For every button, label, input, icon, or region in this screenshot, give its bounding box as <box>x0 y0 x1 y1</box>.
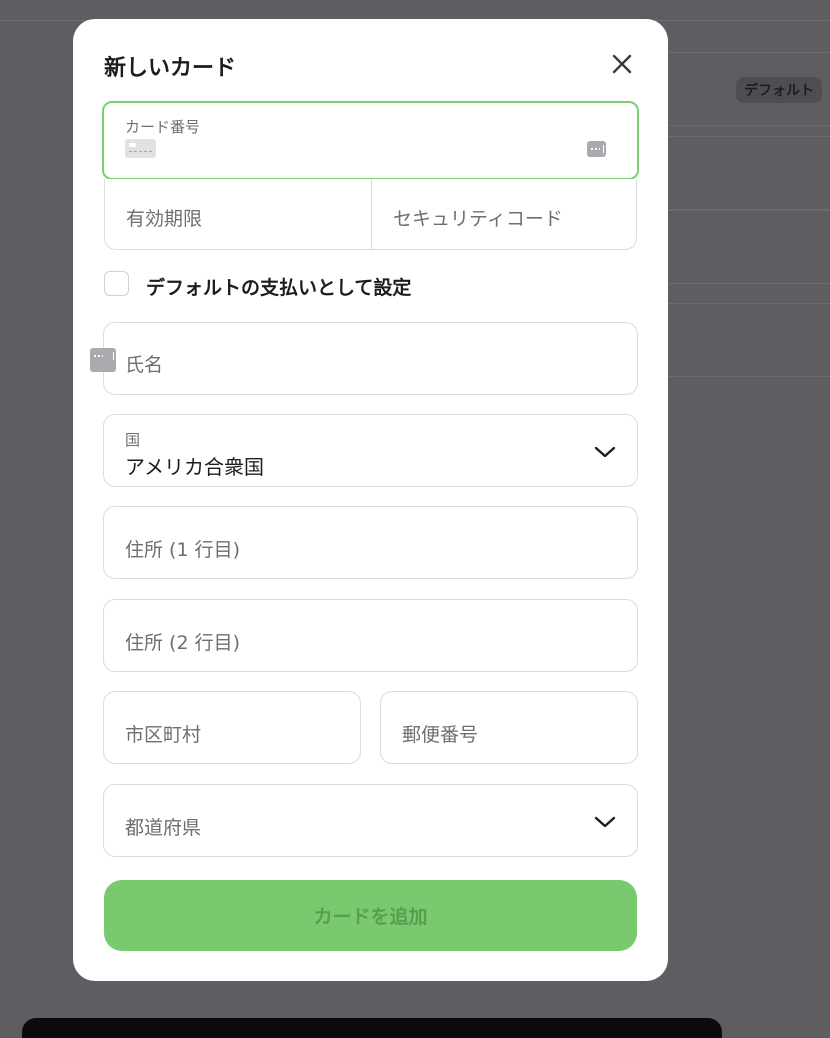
default-payment-label[interactable]: デフォルトの支払いとして設定 <box>146 273 411 300</box>
card-number-label: カード番号 <box>125 118 201 136</box>
prefecture-select[interactable]: 都道府県 <box>103 784 638 857</box>
cvc-placeholder: セキュリティコード <box>393 208 563 230</box>
country-label: 国 <box>125 431 141 449</box>
modal-title: 新しいカード <box>104 56 237 81</box>
close-button[interactable] <box>607 49 637 79</box>
bg-card-row <box>668 303 830 377</box>
name-placeholder: 氏名 <box>125 354 164 376</box>
chevron-down-icon <box>594 816 616 828</box>
postal-code-placeholder: 郵便番号 <box>402 724 479 746</box>
close-icon <box>612 54 632 74</box>
expiry-field[interactable]: 有効期限 <box>105 179 371 249</box>
address-line2-field[interactable]: 住所 (2 行目) <box>103 599 638 672</box>
new-card-modal: 新しいカード カード番号 有効期限 セキュリティコード デフォルトの支払いとして… <box>73 19 668 981</box>
cvc-field[interactable]: セキュリティコード <box>372 179 638 249</box>
country-value: アメリカ合衆国 <box>125 455 264 479</box>
bg-card-row <box>668 210 830 284</box>
prefecture-placeholder: 都道府県 <box>125 817 202 839</box>
address-line2-placeholder: 住所 (2 行目) <box>125 632 240 654</box>
default-payment-checkbox[interactable] <box>104 271 129 296</box>
city-field[interactable]: 市区町村 <box>103 691 361 764</box>
bg-bottom-bar <box>22 1018 722 1038</box>
address-line1-field[interactable]: 住所 (1 行目) <box>103 506 638 579</box>
city-placeholder: 市区町村 <box>125 724 202 746</box>
autofill-key-icon[interactable] <box>90 348 116 372</box>
expiry-placeholder: 有効期限 <box>126 208 203 230</box>
address-line1-placeholder: 住所 (1 行目) <box>125 539 240 561</box>
country-select[interactable]: 国 アメリカ合衆国 <box>103 414 638 487</box>
postal-code-field[interactable]: 郵便番号 <box>380 691 638 764</box>
chevron-down-icon <box>594 446 616 458</box>
add-card-button[interactable]: カードを追加 <box>104 880 637 951</box>
card-number-field[interactable]: カード番号 <box>102 101 639 180</box>
bg-card-row <box>668 136 830 210</box>
name-field[interactable]: 氏名 <box>103 322 638 395</box>
default-badge: デフォルト <box>736 77 822 103</box>
expiry-cvc-group: 有効期限 セキュリティコード <box>104 179 637 250</box>
autofill-key-icon[interactable] <box>587 141 606 157</box>
generic-card-icon <box>125 139 156 158</box>
